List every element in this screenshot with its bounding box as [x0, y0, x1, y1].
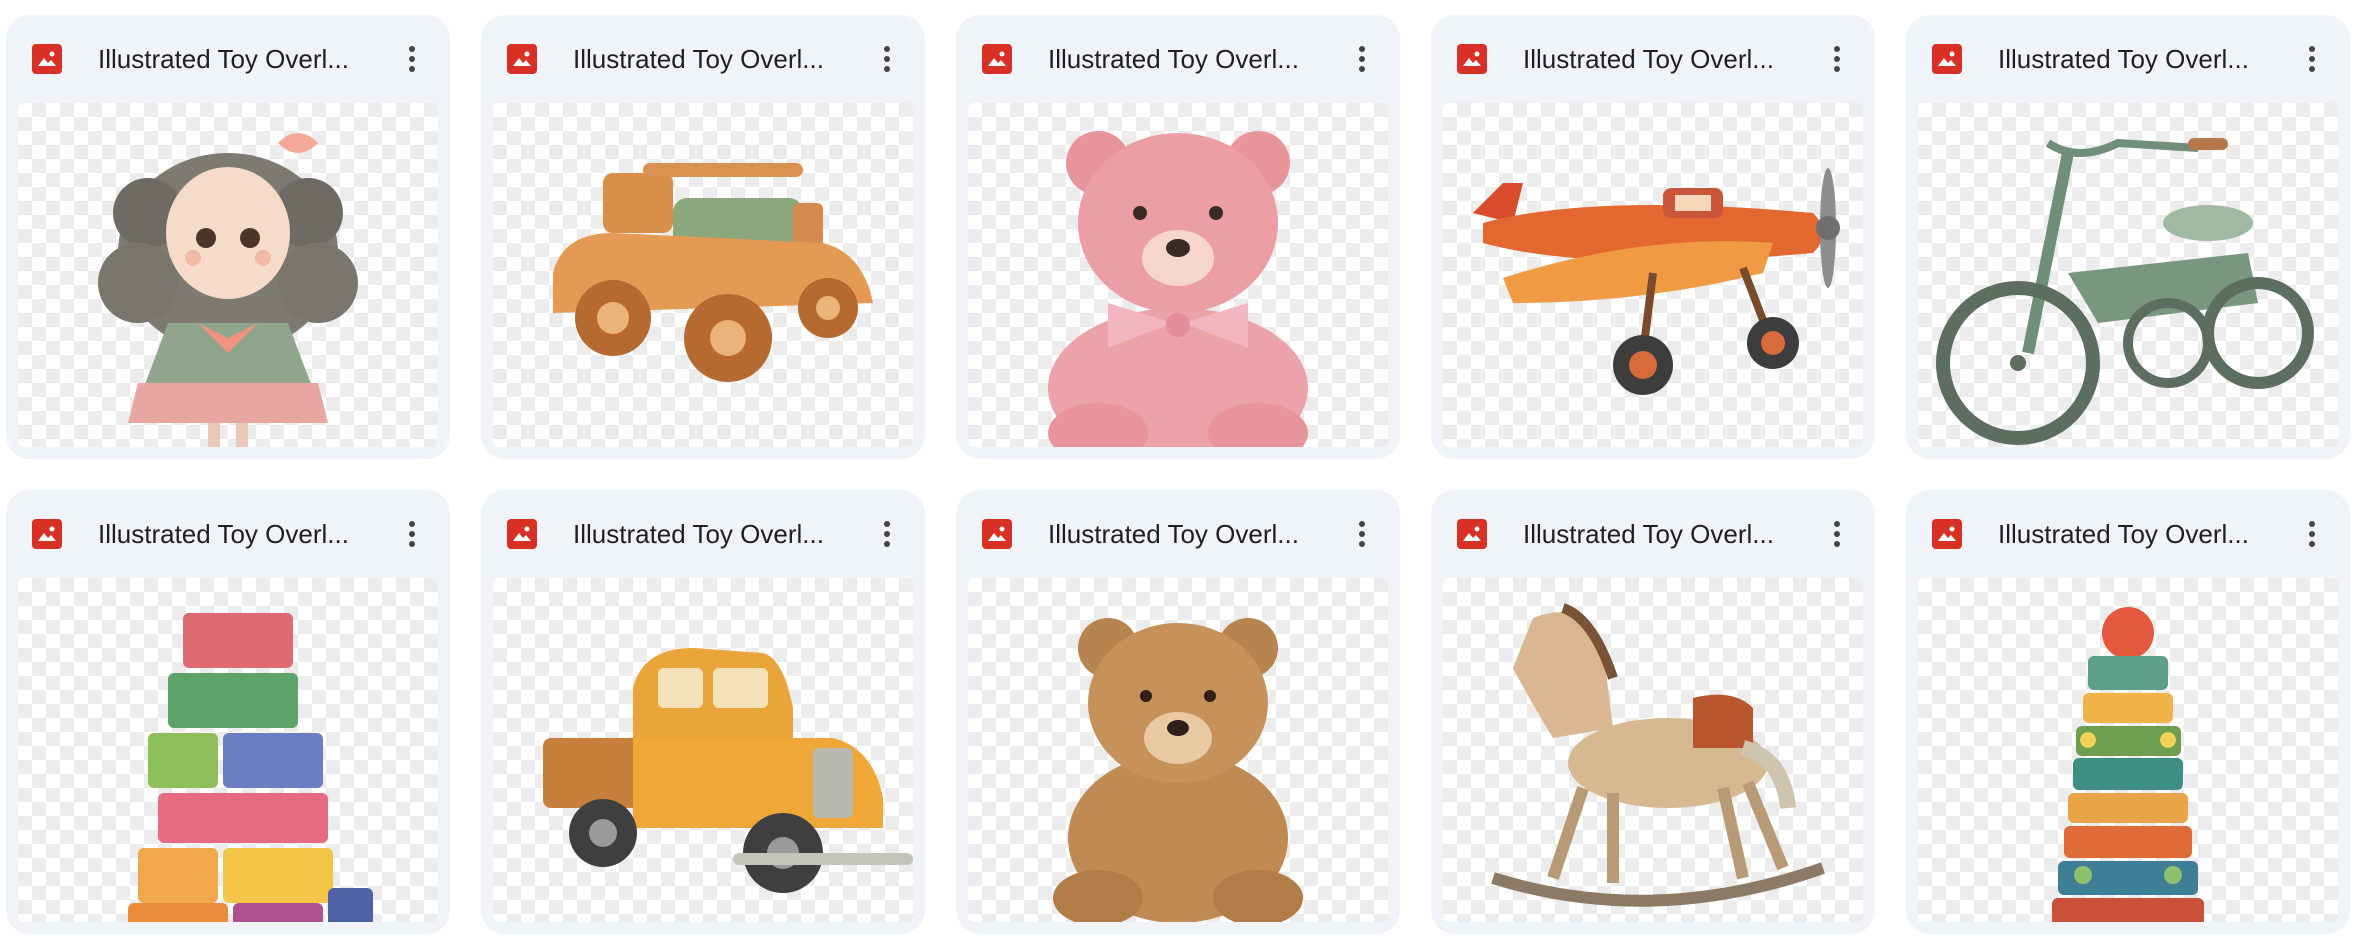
brown-teddy-illustration — [1053, 618, 1303, 922]
file-thumbnail[interactable] — [1918, 103, 2338, 447]
more-vert-icon — [884, 521, 890, 547]
file-card[interactable]: Illustrated Toy Overl... — [1906, 490, 2350, 934]
pink-teddy-illustration — [1048, 131, 1308, 447]
file-card[interactable]: Illustrated Toy Overl... — [956, 490, 1400, 934]
file-thumbnail[interactable] — [968, 103, 1388, 447]
image-file-icon — [1457, 44, 1487, 74]
tricycle-illustration — [1936, 138, 2314, 445]
file-thumbnail[interactable] — [493, 103, 913, 447]
file-thumbnail[interactable] — [493, 578, 913, 922]
more-options-button[interactable] — [867, 39, 907, 79]
file-card-header: Illustrated Toy Overl... — [1431, 490, 1875, 578]
image-file-icon — [982, 519, 1012, 549]
rocking-horse-illustration — [1491, 603, 1825, 907]
image-file-icon — [1932, 519, 1962, 549]
file-title: Illustrated Toy Overl... — [573, 43, 824, 74]
more-options-button[interactable] — [1342, 39, 1382, 79]
more-options-button[interactable] — [1817, 39, 1857, 79]
image-file-icon — [32, 44, 62, 74]
file-card-header: Illustrated Toy Overl... — [1906, 490, 2350, 578]
more-vert-icon — [1359, 521, 1365, 547]
more-options-button[interactable] — [1817, 514, 1857, 554]
more-options-button[interactable] — [2292, 514, 2332, 554]
airplane-illustration — [1473, 168, 1840, 395]
file-card[interactable]: Illustrated Toy Overl... — [956, 15, 1400, 459]
more-options-button[interactable] — [867, 514, 907, 554]
more-options-button[interactable] — [2292, 39, 2332, 79]
file-title: Illustrated Toy Overl... — [98, 518, 349, 549]
blocks-illustration — [128, 613, 373, 922]
more-vert-icon — [884, 46, 890, 72]
file-title: Illustrated Toy Overl... — [573, 518, 824, 549]
more-options-button[interactable] — [392, 514, 432, 554]
file-card[interactable]: Illustrated Toy Overl... — [6, 15, 450, 459]
file-thumbnail[interactable] — [968, 578, 1388, 922]
file-title: Illustrated Toy Overl... — [1998, 518, 2249, 549]
file-title: Illustrated Toy Overl... — [1048, 43, 1299, 74]
image-file-icon — [982, 44, 1012, 74]
more-options-button[interactable] — [392, 39, 432, 79]
file-card-header: Illustrated Toy Overl... — [1906, 15, 2350, 103]
more-vert-icon — [1834, 521, 1840, 547]
file-card-header: Illustrated Toy Overl... — [956, 15, 1400, 103]
file-thumbnail[interactable] — [1918, 578, 2338, 922]
file-grid: Illustrated Toy Overl... Illustrated Toy… — [6, 15, 2350, 934]
file-card[interactable]: Illustrated Toy Overl... — [6, 490, 450, 934]
image-file-icon — [32, 519, 62, 549]
file-card-header: Illustrated Toy Overl... — [481, 490, 925, 578]
file-card[interactable]: Illustrated Toy Overl... — [1431, 15, 1875, 459]
more-vert-icon — [409, 46, 415, 72]
file-card-header: Illustrated Toy Overl... — [481, 15, 925, 103]
file-thumbnail[interactable] — [18, 578, 438, 922]
truck-illustration — [543, 648, 913, 893]
file-title: Illustrated Toy Overl... — [1523, 43, 1774, 74]
file-thumbnail[interactable] — [18, 103, 438, 447]
file-card[interactable]: Illustrated Toy Overl... — [481, 15, 925, 459]
file-card[interactable]: Illustrated Toy Overl... — [1431, 490, 1875, 934]
file-thumbnail[interactable] — [1443, 103, 1863, 447]
image-file-icon — [507, 44, 537, 74]
stacking-tower-illustration — [2052, 607, 2204, 922]
file-card-header: Illustrated Toy Overl... — [956, 490, 1400, 578]
file-title: Illustrated Toy Overl... — [1998, 43, 2249, 74]
file-title: Illustrated Toy Overl... — [1048, 518, 1299, 549]
file-card-header: Illustrated Toy Overl... — [6, 15, 450, 103]
more-vert-icon — [1834, 46, 1840, 72]
file-thumbnail[interactable] — [1443, 578, 1863, 922]
file-title: Illustrated Toy Overl... — [1523, 518, 1774, 549]
more-vert-icon — [1359, 46, 1365, 72]
more-vert-icon — [409, 521, 415, 547]
file-card[interactable]: Illustrated Toy Overl... — [481, 490, 925, 934]
more-options-button[interactable] — [1342, 514, 1382, 554]
doll-illustration — [98, 133, 358, 447]
more-vert-icon — [2309, 521, 2315, 547]
toy-car-illustration — [553, 163, 873, 382]
image-file-icon — [1457, 519, 1487, 549]
more-vert-icon — [2309, 46, 2315, 72]
image-file-icon — [507, 519, 537, 549]
file-title: Illustrated Toy Overl... — [98, 43, 349, 74]
file-card-header: Illustrated Toy Overl... — [1431, 15, 1875, 103]
image-file-icon — [1932, 44, 1962, 74]
file-card[interactable]: Illustrated Toy Overl... — [1906, 15, 2350, 459]
file-card-header: Illustrated Toy Overl... — [6, 490, 450, 578]
